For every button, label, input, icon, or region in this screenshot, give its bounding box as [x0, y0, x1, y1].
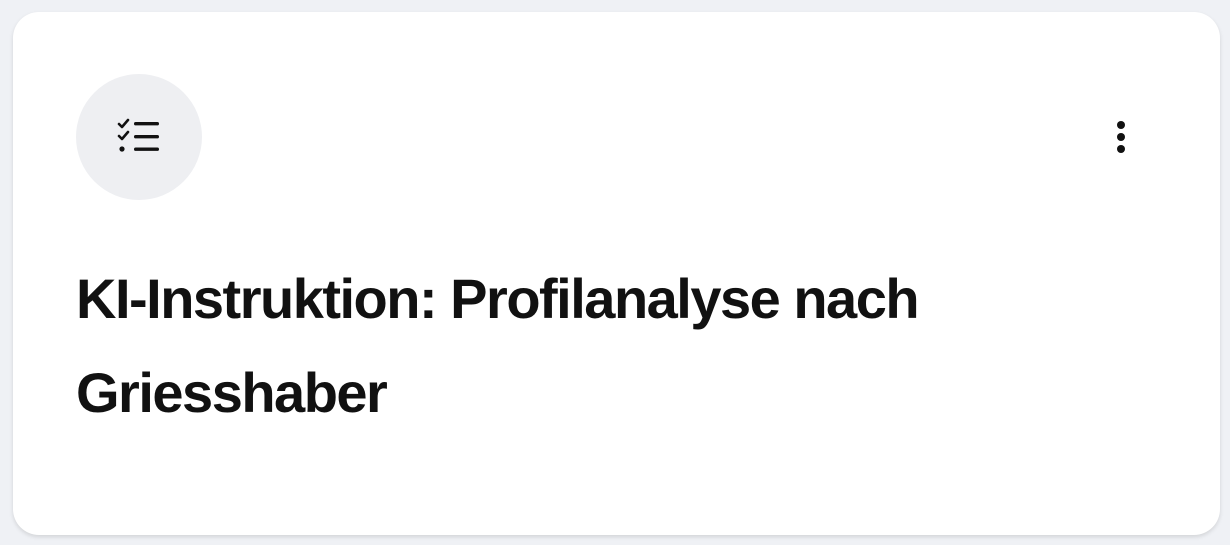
checklist-icon — [117, 118, 159, 152]
card-icon-badge — [76, 74, 202, 200]
more-options-button[interactable] — [1101, 113, 1141, 161]
instruction-card[interactable]: KI-Instruktion: Profilanalyse nach Gries… — [13, 12, 1220, 535]
card-title: KI-Instruktion: Profilanalyse nach Gries… — [76, 267, 920, 424]
more-vertical-icon — [1117, 121, 1125, 153]
